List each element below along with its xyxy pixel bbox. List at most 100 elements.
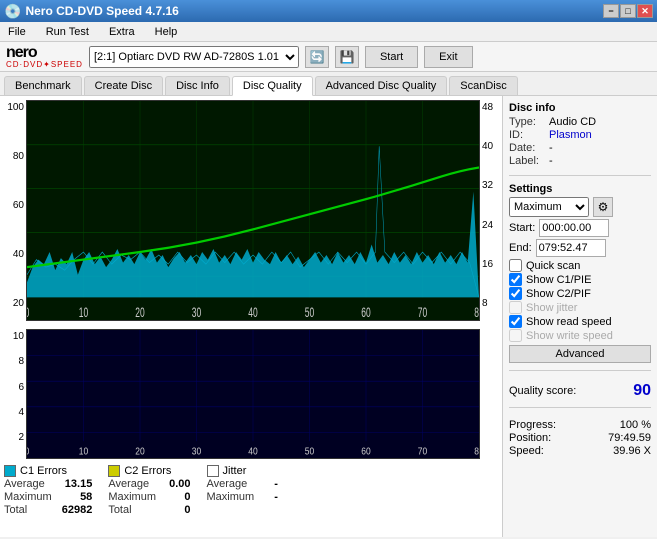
legend-c1-max-row: Maximum 58 bbox=[4, 491, 92, 503]
title-bar-text: Nero CD-DVD Speed 4.7.16 bbox=[25, 4, 178, 18]
menu-file[interactable]: File bbox=[4, 24, 30, 40]
disc-id-value: Plasmon bbox=[549, 129, 592, 141]
bottom-chart-right-spacer bbox=[480, 329, 498, 459]
chart-area: 100 80 60 40 20 bbox=[0, 96, 502, 537]
disc-info-section: Disc info Type: Audio CD ID: Plasmon Dat… bbox=[509, 102, 651, 168]
nero-brand: nero bbox=[6, 45, 83, 61]
svg-text:80: 80 bbox=[474, 306, 479, 320]
toolbar: nero CD·DVD✦SPEED [2:1] Optiarc DVD RW A… bbox=[0, 42, 657, 72]
position-label: Position: bbox=[509, 432, 551, 444]
disc-type-row: Type: Audio CD bbox=[509, 116, 651, 128]
maximize-button[interactable]: □ bbox=[620, 4, 636, 18]
menu-bar: File Run Test Extra Help bbox=[0, 22, 657, 42]
start-time-input[interactable] bbox=[539, 219, 609, 237]
svg-text:40: 40 bbox=[248, 446, 257, 457]
svg-text:40: 40 bbox=[248, 306, 257, 320]
position-value: 79:49.59 bbox=[608, 432, 651, 444]
title-bar-left: 💿 Nero CD-DVD Speed 4.7.16 bbox=[4, 3, 179, 20]
tab-benchmark[interactable]: Benchmark bbox=[4, 76, 82, 95]
show-jitter-label: Show jitter bbox=[526, 302, 577, 314]
legend-c1-header: C1 Errors bbox=[4, 465, 92, 477]
end-time-input[interactable] bbox=[536, 239, 606, 257]
quick-scan-checkbox[interactable] bbox=[509, 259, 522, 272]
tab-create-disc[interactable]: Create Disc bbox=[84, 76, 163, 95]
app-icon: 💿 bbox=[4, 3, 21, 20]
tab-disc-quality[interactable]: Disc Quality bbox=[232, 76, 313, 96]
speed-select[interactable]: Maximum bbox=[509, 197, 589, 217]
show-read-speed-row: Show read speed bbox=[509, 315, 651, 328]
main-content: 100 80 60 40 20 bbox=[0, 96, 657, 537]
progress-section: Progress: 100 % Position: 79:49.59 Speed… bbox=[509, 419, 651, 458]
quick-scan-row: Quick scan bbox=[509, 259, 651, 272]
bottom-chart-y-labels: 10 8 6 4 2 bbox=[4, 329, 26, 459]
separator-1 bbox=[509, 175, 651, 176]
svg-text:30: 30 bbox=[192, 446, 201, 457]
svg-text:30: 30 bbox=[192, 306, 201, 320]
legend-jitter: Jitter Average - Maximum - bbox=[207, 465, 278, 531]
disc-type-value: Audio CD bbox=[549, 116, 596, 128]
close-button[interactable]: ✕ bbox=[637, 4, 653, 18]
settings-icon[interactable]: ⚙ bbox=[593, 197, 613, 217]
show-c1-pie-checkbox[interactable] bbox=[509, 273, 522, 286]
show-jitter-checkbox[interactable] bbox=[509, 301, 522, 314]
tab-scandisc[interactable]: ScanDisc bbox=[449, 76, 517, 95]
settings-title: Settings bbox=[509, 183, 651, 195]
reload-icon[interactable]: 🔄 bbox=[305, 46, 329, 68]
svg-text:80: 80 bbox=[474, 446, 479, 457]
show-write-speed-label: Show write speed bbox=[526, 330, 613, 342]
disc-date-label: Date: bbox=[509, 142, 545, 154]
svg-text:10: 10 bbox=[79, 446, 88, 457]
start-time-row: Start: bbox=[509, 219, 651, 237]
menu-extra[interactable]: Extra bbox=[105, 24, 139, 40]
show-read-speed-checkbox[interactable] bbox=[509, 315, 522, 328]
speed-setting-row: Maximum ⚙ bbox=[509, 197, 651, 217]
save-icon[interactable]: 💾 bbox=[335, 46, 359, 68]
top-chart-y-labels-left: 100 80 60 40 20 bbox=[4, 100, 26, 325]
legend-c1-total-row: Total 62982 bbox=[4, 504, 92, 516]
svg-text:70: 70 bbox=[418, 306, 427, 320]
show-write-speed-checkbox[interactable] bbox=[509, 329, 522, 342]
show-c2-pif-label: Show C2/PIF bbox=[526, 288, 591, 300]
show-c2-pif-checkbox[interactable] bbox=[509, 287, 522, 300]
menu-run-test[interactable]: Run Test bbox=[42, 24, 93, 40]
disc-label-value: - bbox=[549, 155, 553, 167]
legend-c1: C1 Errors Average 13.15 Maximum 58 Total… bbox=[4, 465, 92, 531]
menu-help[interactable]: Help bbox=[151, 24, 182, 40]
tab-advanced-disc-quality[interactable]: Advanced Disc Quality bbox=[315, 76, 448, 95]
settings-section: Settings Maximum ⚙ Start: End: Quick sca… bbox=[509, 183, 651, 363]
legend-c1-label: C1 Errors bbox=[20, 465, 67, 477]
nero-sub: CD·DVD✦SPEED bbox=[6, 61, 83, 69]
separator-3 bbox=[509, 407, 651, 408]
svg-text:0: 0 bbox=[27, 306, 29, 320]
disc-date-value: - bbox=[549, 142, 553, 154]
disc-id-row: ID: Plasmon bbox=[509, 129, 651, 141]
top-chart-svg: 0 10 20 30 40 50 60 70 80 bbox=[27, 101, 479, 320]
show-read-speed-label: Show read speed bbox=[526, 316, 612, 328]
legend-c1-average-row: Average 13.15 bbox=[4, 478, 92, 490]
bottom-chart-svg: 0 10 20 30 40 50 60 70 80 bbox=[27, 330, 479, 458]
end-time-label: End: bbox=[509, 242, 532, 254]
nero-logo: nero CD·DVD✦SPEED bbox=[6, 45, 83, 69]
legend-c2: C2 Errors Average 0.00 Maximum 0 Total 0 bbox=[108, 465, 190, 531]
legend-c2-header: C2 Errors bbox=[108, 465, 190, 477]
exit-button[interactable]: Exit bbox=[424, 46, 472, 68]
minimize-button[interactable]: − bbox=[603, 4, 619, 18]
legend-c2-average-row: Average 0.00 bbox=[108, 478, 190, 490]
svg-text:60: 60 bbox=[361, 446, 370, 457]
top-chart-y-labels-right: 48 40 32 24 16 8 bbox=[480, 100, 498, 325]
disc-type-label: Type: bbox=[509, 116, 545, 128]
drive-select[interactable]: [2:1] Optiarc DVD RW AD-7280S 1.01 bbox=[89, 46, 299, 68]
disc-info-title: Disc info bbox=[509, 102, 651, 114]
show-c2-pif-row: Show C2/PIF bbox=[509, 287, 651, 300]
top-chart: 0 10 20 30 40 50 60 70 80 bbox=[26, 100, 480, 321]
disc-date-row: Date: - bbox=[509, 142, 651, 154]
advanced-button[interactable]: Advanced bbox=[509, 345, 651, 363]
quality-score-row: Quality score: 90 bbox=[509, 382, 651, 400]
start-button[interactable]: Start bbox=[365, 46, 418, 68]
tab-disc-info[interactable]: Disc Info bbox=[165, 76, 230, 95]
legend-area: C1 Errors Average 13.15 Maximum 58 Total… bbox=[4, 463, 498, 533]
position-row: Position: 79:49.59 bbox=[509, 432, 651, 444]
svg-text:70: 70 bbox=[418, 446, 427, 457]
speed-row: Speed: 39.96 X bbox=[509, 445, 651, 457]
show-c1-pie-label: Show C1/PIE bbox=[526, 274, 591, 286]
